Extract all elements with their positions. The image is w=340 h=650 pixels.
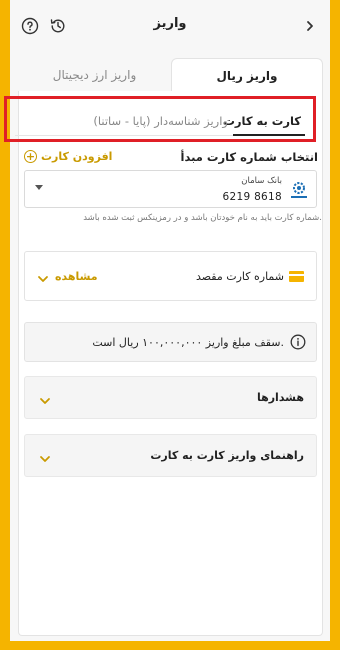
active-tab-indicator [233,134,305,136]
origin-card-hint: شماره کارت باید به نام خودتان باشد و در … [83,213,322,223]
question-circle-icon[interactable] [20,16,40,36]
warnings-accordion[interactable]: هشدارها [24,376,317,419]
credit-card-icon [289,271,304,282]
top-bar: واریز [10,0,330,52]
chevron-down-icon [37,269,49,288]
guide-label: راهنمای واریز کارت به کارت [150,449,304,462]
caret-down-icon [35,185,43,190]
guide-accordion[interactable]: راهنمای واریز کارت به کارت [24,434,317,477]
card-number: 6219 8618 [222,191,282,203]
chevron-right-icon[interactable] [300,16,320,36]
plus-circle-icon: + [24,150,37,163]
chevron-down-icon [39,449,51,468]
tab-rial-deposit[interactable]: واریز ریال [171,58,323,92]
add-card-label: افزودن کارت [41,150,113,163]
origin-card-label: انتخاب شماره کارت مبدأ [180,150,318,164]
destination-card-label: شماره کارت مقصد [195,270,284,283]
origin-card-select[interactable]: بانک سامان 6219 8618 [24,170,317,208]
view-button[interactable]: مشاهده [55,270,98,283]
destination-card-row[interactable]: شماره کارت مقصد مشاهده [24,251,317,301]
tab-card-to-card[interactable]: کارت به کارت [223,114,301,128]
history-icon[interactable] [48,16,68,36]
tab-id-deposit[interactable]: واریز شناسه‌دار (پایا - ساتنا) [93,114,228,128]
main-tabs: واریز ریال واریز ارز دیجیتال [18,58,323,92]
bank-name: بانک سامان [241,176,282,186]
info-icon [290,334,306,354]
deposit-limit-notice: سقف مبلغ واریز ۱۰۰,۰۰۰,۰۰۰ ریال است. [24,322,317,362]
deposit-limit-text: سقف مبلغ واریز ۱۰۰,۰۰۰,۰۰۰ ریال است. [92,336,284,349]
chevron-down-icon [39,391,51,410]
add-card-button[interactable]: + افزودن کارت [24,150,112,163]
tab-crypto-deposit[interactable]: واریز ارز دیجیتال [18,58,171,92]
sub-tabs-highlight: کارت به کارت واریز شناسه‌دار (پایا - سات… [4,96,316,142]
saman-bank-logo-icon [288,179,310,201]
warnings-label: هشدارها [256,391,304,404]
